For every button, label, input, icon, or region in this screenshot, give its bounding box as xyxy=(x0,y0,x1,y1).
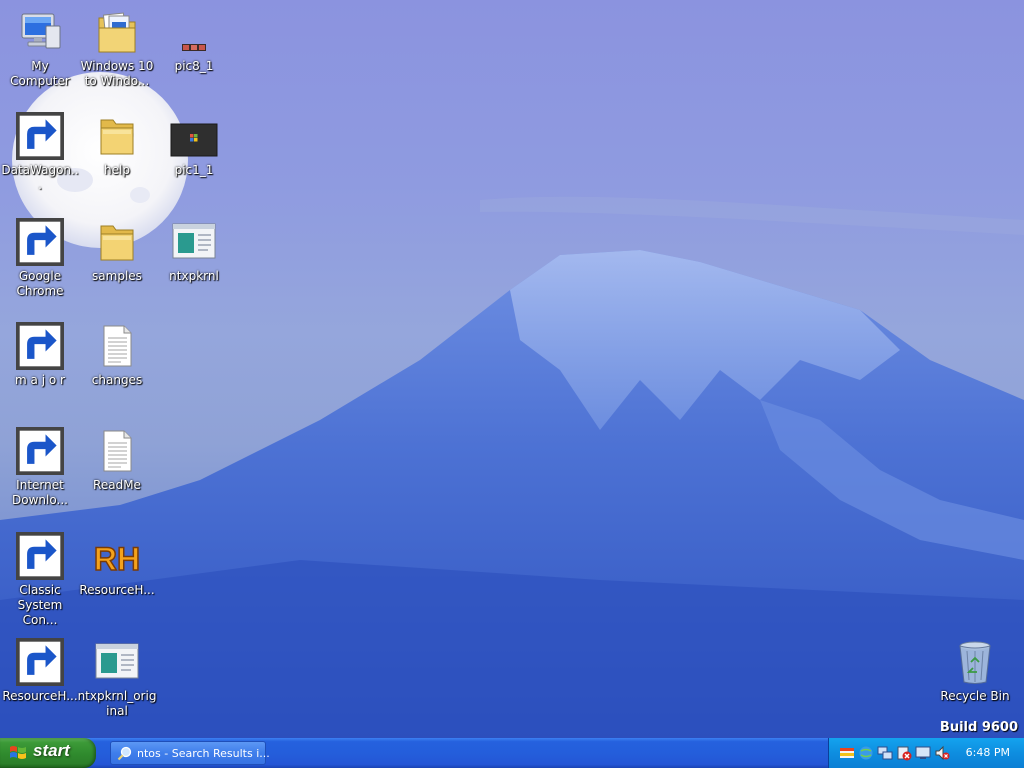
dark-image-thumbnail-icon xyxy=(170,123,218,157)
desktop-icon-pic1-1[interactable]: pic1_1 xyxy=(154,112,234,178)
security-warning-tray-icon[interactable] xyxy=(896,745,912,761)
windows-flag-icon xyxy=(10,746,26,759)
desktop-icon-recycle-bin[interactable]: Recycle Bin xyxy=(935,638,1015,704)
taskbar: start ntos - Search Results i... 6:48 PM xyxy=(0,738,1024,768)
monitor-tray-icon[interactable] xyxy=(877,745,893,761)
desktop-icon-internet-download[interactable]: Internet Downlo... xyxy=(0,427,80,508)
clock[interactable]: 6:48 PM xyxy=(966,746,1010,759)
desktop-icon-classic-system-control[interactable]: Classic System Con... xyxy=(0,532,80,628)
desktop-icon-google-chrome[interactable]: Google Chrome xyxy=(0,218,80,299)
start-button[interactable]: start xyxy=(0,738,96,768)
desktop-icon-samples-folder[interactable]: samples xyxy=(77,218,157,284)
svg-text:RH: RH xyxy=(94,541,140,577)
search-icon xyxy=(117,746,132,761)
desktop-icon-changes[interactable]: changes xyxy=(77,322,157,388)
shortcut-arrow-icon xyxy=(16,112,64,160)
computer-icon xyxy=(21,13,61,49)
desktop-icon-label: help xyxy=(104,163,130,177)
desktop-icon-label: Recycle Bin xyxy=(940,689,1010,703)
desktop-icon-label: ResourceH... xyxy=(2,689,78,703)
desktop-icon-label: ReadMe xyxy=(93,478,141,492)
volume-muted-tray-icon[interactable] xyxy=(934,745,950,761)
desktop-icon-label: ResourceH... xyxy=(79,583,155,597)
shortcut-arrow-icon xyxy=(16,427,64,475)
window-app-icon xyxy=(95,643,139,679)
rh-logo-icon: RH xyxy=(93,540,141,578)
desktop-icon-label: Classic System Con... xyxy=(17,583,63,627)
window-app-icon xyxy=(172,223,216,259)
shortcut-arrow-icon xyxy=(16,322,64,370)
flag-tray-icon[interactable] xyxy=(839,745,855,761)
desktop-icon-label: Google Chrome xyxy=(16,269,64,298)
desktop-icon-label: ntxpkrnl xyxy=(169,269,219,283)
desktop-icon-datawagon[interactable]: DataWagon... xyxy=(0,112,80,193)
build-watermark: Build 9600 xyxy=(939,720,1018,735)
shortcut-arrow-icon xyxy=(16,218,64,266)
desktop-icon-my-computer[interactable]: My Computer xyxy=(0,8,80,89)
desktop-icon-label: DataWagon... xyxy=(1,163,79,192)
desktop-icon-resourcehacker-shortcut[interactable]: ResourceH... xyxy=(0,638,80,704)
folder-icon xyxy=(100,119,134,155)
taskbar-item-search-results[interactable]: ntos - Search Results i... xyxy=(110,741,270,765)
shortcut-arrow-icon xyxy=(16,532,64,580)
start-label: start xyxy=(33,741,70,760)
desktop-icon-help-folder[interactable]: help xyxy=(77,112,157,178)
system-tray: 6:48 PM xyxy=(828,738,1024,768)
network-tray-icon[interactable] xyxy=(858,745,874,761)
desktop-icon-major[interactable]: m a j o r xyxy=(0,322,80,388)
desktop-icon-label: changes xyxy=(91,373,143,387)
desktop-icon-label: Windows 10 to Windo... xyxy=(80,59,154,88)
desktop-icon-pic8-1[interactable]: pic8_1 xyxy=(154,8,234,74)
desktop-icon-readme[interactable]: ReadMe xyxy=(77,427,157,493)
desktop-icon-label: Internet Downlo... xyxy=(12,478,68,507)
desktop[interactable]: My Computer DataWagon... Google Chrome m… xyxy=(0,0,1024,738)
desktop-icon-label: pic8_1 xyxy=(174,59,214,73)
desktop-icon-label: m a j o r xyxy=(15,373,65,387)
image-thumbnail-icon xyxy=(182,44,206,51)
desktop-icon-ntxpkrnl-original[interactable]: ntxpkrnl_original xyxy=(77,638,157,719)
desktop-icon-label: ntxpkrnl_original xyxy=(77,689,157,718)
desktop-icon-label: samples xyxy=(92,269,142,283)
text-document-icon xyxy=(103,325,132,367)
text-document-icon xyxy=(103,430,132,472)
shortcut-arrow-icon xyxy=(16,638,64,686)
display-tray-icon[interactable] xyxy=(915,745,931,761)
taskbar-item-label: ntos - Search Results i... xyxy=(137,747,270,760)
desktop-icon-label: pic1_1 xyxy=(174,163,214,177)
desktop-icon-ntxpkrnl[interactable]: ntxpkrnl xyxy=(154,218,234,284)
desktop-icon-windows10-folder[interactable]: Windows 10 to Windo... xyxy=(77,8,157,89)
folder-documents-icon xyxy=(98,12,136,53)
recycle-bin-icon xyxy=(959,641,991,684)
desktop-icon-label: My Computer xyxy=(10,59,70,88)
folder-icon xyxy=(100,225,134,261)
desktop-icon-resourcehacker[interactable]: RH ResourceH... xyxy=(77,532,157,598)
